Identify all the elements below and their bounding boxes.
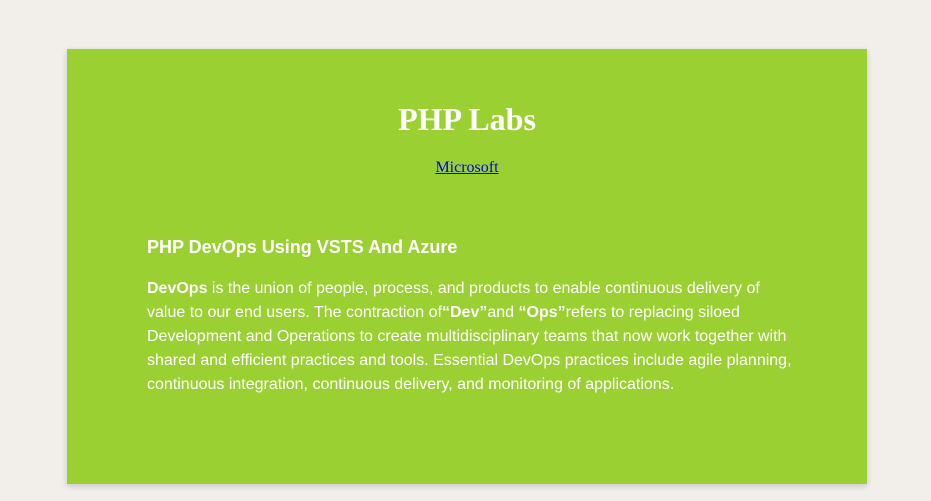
content-card: PHP Labs Microsoft PHP DevOps Using VSTS… xyxy=(67,49,867,484)
microsoft-link[interactable]: Microsoft xyxy=(435,159,498,176)
nav-container: Microsoft xyxy=(67,159,867,177)
article-paragraph: DevOps is the union of people, process, … xyxy=(147,277,797,397)
page-title: PHP Labs xyxy=(398,101,536,137)
term-dev: “Dev” xyxy=(442,304,488,321)
term-devops: DevOps xyxy=(147,280,208,297)
article-heading: PHP DevOps Using VSTS And Azure xyxy=(147,237,458,257)
paragraph-text-2: and xyxy=(487,304,519,321)
article: PHP DevOps Using VSTS And Azure DevOps i… xyxy=(147,235,797,397)
term-ops: “Ops” xyxy=(518,304,566,321)
